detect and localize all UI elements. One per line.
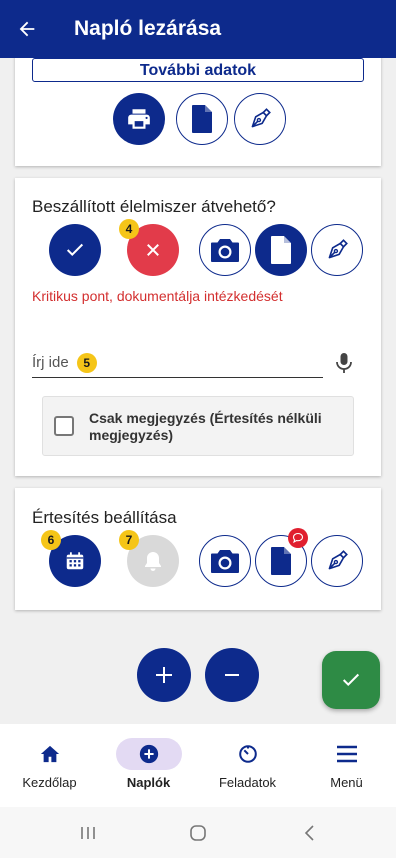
close-icon: [147, 244, 159, 256]
document-button[interactable]: [176, 93, 228, 145]
notification-title: Értesítés beállítása: [32, 508, 177, 527]
app-bar: Napló lezárása: [0, 0, 396, 58]
camera-button[interactable]: [199, 224, 251, 276]
camera-icon: [211, 239, 239, 262]
nav-item-label: Menü: [330, 775, 363, 790]
bottom-navigation: Kezdőlap Naplók Feladatok Menü: [0, 724, 396, 807]
plus-icon: [156, 667, 172, 683]
add-circle-icon: [139, 744, 158, 764]
microphone-button[interactable]: [333, 350, 355, 376]
camera-icon: [211, 550, 239, 573]
more-data-button[interactable]: További adatok: [32, 58, 364, 82]
nav-item-home[interactable]: Kezdőlap: [0, 724, 99, 807]
check-icon: [66, 243, 84, 257]
sign-button[interactable]: [311, 224, 363, 276]
minus-icon: [225, 674, 239, 676]
pen-nib-icon: [328, 550, 348, 570]
check-icon: [342, 673, 360, 687]
pen-nib-icon: [251, 108, 271, 128]
nav-item-menu-pill: [314, 738, 380, 770]
hint-badge: 6: [41, 530, 61, 550]
bell-icon: [145, 552, 161, 571]
warning-text: Kritikus pont, dokumentálja intézkedését: [32, 288, 283, 304]
nav-item-label: Feladatok: [218, 775, 277, 790]
note-input-placeholder: Írj ide: [32, 354, 69, 371]
home-system-button[interactable]: [186, 821, 210, 845]
document-icon: [271, 236, 291, 264]
scroll-content[interactable]: További adatok Beszállított élelmiszer á…: [0, 58, 396, 724]
home-icon: [40, 745, 59, 763]
hint-badge: 4: [119, 219, 139, 239]
question-card: Beszállított élelmiszer átvehető? 4 Krit…: [15, 178, 381, 476]
note-input[interactable]: Írj ide 5: [32, 348, 323, 378]
sign-button[interactable]: [234, 93, 286, 145]
comment-only-option[interactable]: Csak megjegyzés (Értesítés nélküli megje…: [42, 396, 354, 456]
system-navigation-bar: [0, 807, 396, 858]
comment-indicator: [288, 528, 308, 548]
arrow-back-icon: [19, 21, 35, 37]
nav-item-label: Kezdőlap: [22, 775, 77, 790]
camera-button[interactable]: [199, 535, 251, 587]
calendar-icon: [66, 552, 84, 570]
comment-only-label: Csak megjegyzés (Értesítés nélküli megje…: [89, 410, 322, 443]
print-button[interactable]: [113, 93, 165, 145]
chevron-left-icon: [304, 825, 314, 841]
pen-nib-icon: [328, 239, 348, 259]
yes-button[interactable]: [49, 224, 101, 276]
recent-apps-icon: [81, 827, 95, 839]
chat-bubble-icon: [292, 532, 304, 544]
timer-icon: [238, 745, 257, 763]
hint-badge: 5: [76, 352, 97, 373]
printer-icon: [128, 109, 150, 129]
notification-card: Értesítés beállítása 6 7: [15, 488, 381, 610]
microphone-icon: [336, 353, 352, 373]
nav-item-home-pill: [17, 738, 83, 770]
remove-button[interactable]: [205, 648, 259, 702]
add-button[interactable]: [137, 648, 191, 702]
question-label: Beszállított élelmiszer átvehető?: [32, 197, 276, 216]
document-icon: [192, 105, 212, 133]
details-card: További adatok: [15, 58, 381, 166]
menu-icon: [336, 745, 357, 763]
document-icon: [271, 547, 291, 575]
nav-item-menu[interactable]: Menü: [297, 724, 396, 807]
confirm-button[interactable]: [322, 651, 380, 709]
nav-item-logs[interactable]: Naplók: [99, 724, 198, 807]
hint-badge: 7: [119, 530, 139, 550]
nav-item-label: Naplók: [126, 775, 171, 790]
nav-item-tasks[interactable]: Feladatok: [198, 724, 297, 807]
back-button[interactable]: [0, 0, 54, 58]
sign-button[interactable]: [311, 535, 363, 587]
page-title: Napló lezárása: [74, 17, 222, 40]
attach-document-button[interactable]: [255, 224, 307, 276]
nav-item-tasks-pill: [215, 738, 281, 770]
home-circle-icon: [190, 825, 206, 841]
recent-apps-button[interactable]: [76, 821, 100, 845]
nav-item-logs-pill: [115, 738, 182, 770]
comment-only-checkbox[interactable]: [54, 416, 74, 436]
back-system-button[interactable]: [298, 821, 322, 845]
